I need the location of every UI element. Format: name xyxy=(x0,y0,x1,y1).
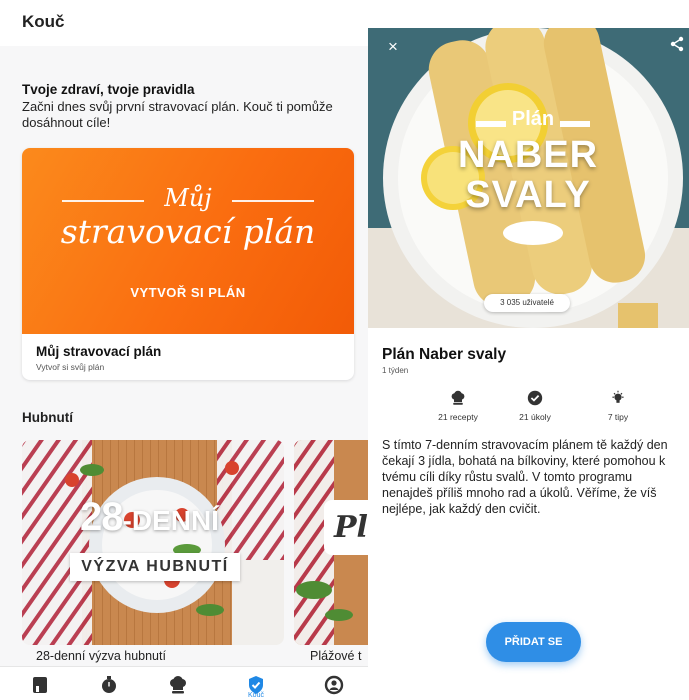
meal-plan-card[interactable]: Můj stravovací plán VYTVOŘ SI PLÁN Můj s… xyxy=(22,148,354,380)
check-circle-icon xyxy=(527,390,543,406)
hero-title-line-2: SVALY xyxy=(465,174,591,216)
stat-recipes: 21 recepty xyxy=(418,390,498,430)
challenge-subtitle-box: VÝZVA HUBNUTÍ xyxy=(70,553,240,581)
profile-icon xyxy=(324,675,344,695)
banner-line-1: Můj xyxy=(164,184,212,212)
coach-screen: Kouč Tvoje zdraví, tvoje pravidla Začni … xyxy=(0,0,368,700)
challenge-big-number: 28-DENNÍ xyxy=(80,495,219,539)
beach-challenge-logo: Pl xyxy=(324,500,368,555)
banner-line-2: stravovací plán xyxy=(60,212,316,251)
challenge-card-beach[interactable]: Pl xyxy=(294,440,368,645)
page-title: Kouč xyxy=(22,12,65,31)
challenge-label[interactable]: 28-denní výzva hubnutí xyxy=(36,649,166,663)
share-icon xyxy=(670,36,684,52)
share-button[interactable] xyxy=(666,36,688,58)
section-heading-weight-loss: Hubnutí xyxy=(22,410,73,425)
nav-label-coach: Kouč xyxy=(248,692,264,699)
join-button[interactable]: PŘIDAT SE xyxy=(486,622,581,662)
chef-hat-icon xyxy=(170,676,186,694)
meal-plan-name: Můj stravovací plán xyxy=(36,344,162,359)
hero-plan-word: Plán xyxy=(511,108,555,130)
challenge-label[interactable]: Plážové t xyxy=(310,649,368,663)
intro-text: Začni dnes svůj první stravovací plán. K… xyxy=(22,99,333,130)
nav-item-profile[interactable] xyxy=(314,667,354,700)
stat-label: 21 úkoly xyxy=(519,412,551,422)
intro-heading: Tvoje zdraví, tvoje pravidla xyxy=(22,82,195,97)
nav-item-diary[interactable] xyxy=(20,667,60,700)
app-bar: Kouč xyxy=(0,0,368,46)
stat-label: 21 recepty xyxy=(438,412,478,422)
plan-title: Plán Naber svaly xyxy=(382,346,507,363)
stat-tips: 7 tipy xyxy=(578,390,658,430)
create-plan-button[interactable]: VYTVOŘ SI PLÁN xyxy=(22,285,354,300)
meal-plan-subtitle: Vytvoř si svůj plán xyxy=(36,362,105,372)
lightbulb-icon xyxy=(612,390,624,403)
nav-item-coach[interactable]: Kouč xyxy=(236,667,276,700)
nav-item-recipes[interactable] xyxy=(158,667,198,700)
stat-tasks: 21 úkoly xyxy=(495,390,575,430)
close-button[interactable]: × xyxy=(382,36,404,58)
plan-duration: 1 týden xyxy=(382,366,409,375)
users-count-badge: 3 035 uživatelé xyxy=(484,294,570,312)
challenge-card-28-day[interactable]: 28-DENNÍ VÝZVA HUBNUTÍ xyxy=(22,440,284,645)
stat-label: 7 tipy xyxy=(607,412,629,422)
bottom-navigation: Kouč xyxy=(0,666,368,700)
stopwatch-icon xyxy=(102,676,116,693)
book-icon xyxy=(33,677,47,693)
plan-detail-screen: × Plán NABER SVALY 3 035 uživatelé Plán … xyxy=(368,28,689,700)
nav-item-timer[interactable] xyxy=(89,667,129,700)
plan-hero-image: × Plán NABER SVALY 3 035 uživatelé xyxy=(368,28,689,328)
hero-title-line-1: NABER xyxy=(458,134,599,176)
challenge-image xyxy=(22,440,284,645)
plan-description: S tímto 7-denním stravovacím plánem tě k… xyxy=(382,438,668,516)
meal-plan-banner[interactable]: Můj stravovací plán VYTVOŘ SI PLÁN xyxy=(22,148,354,334)
chef-hat-icon xyxy=(451,390,465,405)
